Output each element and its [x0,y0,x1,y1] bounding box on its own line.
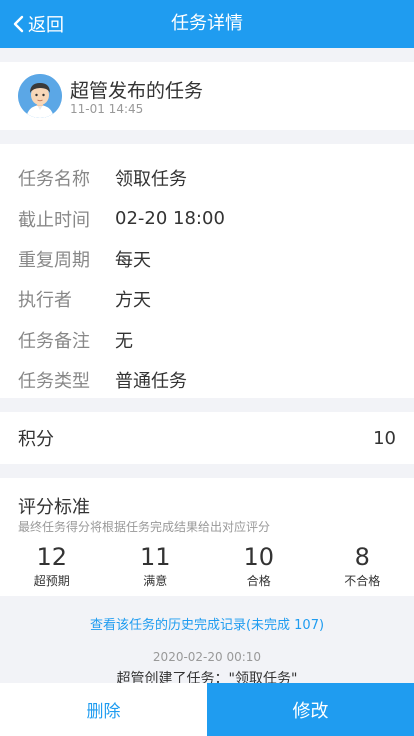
level-value: 10 [243,543,275,571]
score-label: 积分 [18,429,54,450]
level-fail: 8 不合格 [311,542,414,590]
level-satisfied: 11 满意 [104,542,208,590]
score-row: 积分 10 [0,412,414,464]
top-navbar: 返回 任务详情 [0,0,414,48]
task-details: 任务名称 领取任务 截止时间 02-20 18:00 重复周期 每天 执行者 方… [0,144,414,398]
detail-label: 任务类型 [18,371,90,393]
bottom-action-bar: 删除 修改 [0,683,414,736]
detail-value: 普通任务 [115,371,187,393]
detail-label: 重复周期 [18,249,90,271]
scoring-criteria: 评分标准 最终任务得分将根据任务完成结果给出对应评分 12 超预期 11 满意 … [0,478,414,596]
avatar [18,74,62,118]
level-name: 合格 [246,574,271,588]
detail-value: 每天 [115,249,151,271]
detail-row-remark: 任务备注 无 [0,320,414,360]
level-exceed: 12 超预期 [0,542,104,590]
detail-label: 截止时间 [18,209,90,231]
level-value: 11 [139,543,171,571]
chevron-left-icon [13,15,24,33]
back-label: 返回 [28,15,64,36]
detail-label: 执行者 [18,290,72,312]
detail-row-repeat: 重复周期 每天 [0,239,414,279]
log-timestamp: 2020-02-20 00:10 [152,650,262,664]
detail-row-type: 任务类型 普通任务 [0,360,414,400]
publisher-card: 超管发布的任务 11-01 14:45 [0,62,414,130]
level-name: 满意 [143,574,168,588]
detail-label: 任务名称 [18,169,90,191]
delete-button[interactable]: 删除 [0,683,207,736]
detail-row-task-name: 任务名称 领取任务 [0,158,414,198]
detail-value: 02-20 18:00 [115,208,225,230]
detail-value: 方天 [115,290,151,312]
level-name: 不合格 [344,574,381,588]
detail-row-deadline: 截止时间 02-20 18:00 [0,198,414,238]
level-name: 超预期 [33,574,70,588]
criteria-title: 评分标准 [18,497,90,518]
publisher-title: 超管发布的任务 [70,80,204,102]
edit-button[interactable]: 修改 [207,683,414,736]
level-value: 8 [354,543,370,571]
back-button[interactable]: 返回 [12,0,64,48]
level-pass: 10 合格 [207,542,311,590]
criteria-levels: 12 超预期 11 满意 10 合格 8 不合格 [0,542,414,590]
detail-value: 领取任务 [115,169,187,191]
detail-row-executor: 执行者 方天 [0,279,414,319]
detail-label: 任务备注 [18,330,90,352]
publish-time: 11-01 14:45 [70,102,144,116]
score-value: 10 [373,427,396,449]
criteria-subtitle: 最终任务得分将根据任务完成结果给出对应评分 [18,520,271,534]
detail-value: 无 [115,330,133,352]
history-records-link[interactable]: 查看该任务的历史完成记录(未完成 107) [0,614,414,633]
level-value: 12 [36,543,68,571]
